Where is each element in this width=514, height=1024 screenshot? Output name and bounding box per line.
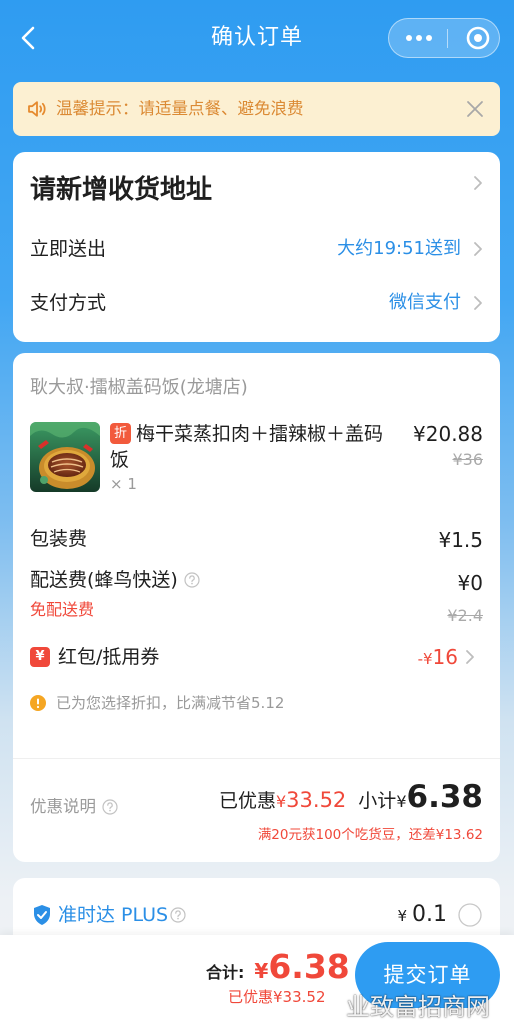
delivery-time-value: 大约19:51送到	[337, 238, 461, 259]
ontime-price-value: 0.1	[412, 902, 447, 927]
subtotal-currency: ¥	[396, 792, 407, 811]
close-icon	[467, 101, 483, 117]
ontime-label: 准时达 PLUS	[58, 904, 169, 926]
chevron-right-icon	[474, 296, 482, 310]
checkout-bar: 合计: ¥ 6.38 已优惠¥33.52 提交订单	[0, 935, 514, 1024]
question-circle-icon[interactable]	[102, 799, 118, 815]
payment-method-label: 支付方式	[30, 292, 107, 314]
payment-method-value: 微信支付	[389, 292, 461, 313]
coupon-row[interactable]: ¥ 红包/抵用券 -¥ 16	[13, 637, 500, 677]
saved-currency: ¥	[275, 792, 287, 811]
food-image	[30, 422, 100, 492]
ontime-price: ¥ 0.1	[397, 899, 447, 932]
notice-close-button[interactable]	[465, 99, 485, 119]
subtotal-label: 小计	[358, 790, 397, 812]
notice-bar: 温馨提示：请适量点餐、避免浪费	[13, 82, 500, 136]
exit-miniapp-button[interactable]	[448, 19, 500, 57]
discount-badge: 折	[110, 423, 131, 444]
coupon-icon: ¥	[30, 647, 50, 667]
shop-name[interactable]: 耿大叔·擂椒盖码饭(龙塘店)	[30, 375, 248, 401]
coupon-value-amount: 16	[432, 645, 458, 669]
more-button[interactable]	[389, 19, 447, 57]
total-value: 6.38	[268, 947, 350, 986]
delivery-time-row[interactable]: 立即送出 大约19:51送到	[13, 228, 500, 272]
discount-info-label[interactable]: 优惠说明	[30, 795, 96, 819]
delivery-fee-label: 配送费(蜂鸟快送)	[30, 569, 178, 591]
item-name-block: 折梅干菜蒸扣肉＋擂辣椒＋盖码饭	[110, 421, 393, 473]
item-price: ¥20.88	[413, 422, 483, 446]
summary-row: 已优惠 ¥ 33.52 小计 ¥ 6.38	[219, 777, 483, 822]
footer-saved-text: 已优惠¥33.52	[228, 988, 326, 1006]
chevron-right-icon	[466, 650, 474, 664]
free-delivery-tag: 免配送费	[30, 600, 95, 619]
info-circle-icon	[30, 695, 46, 711]
payment-method-row[interactable]: 支付方式 微信支付	[13, 282, 500, 326]
speaker-icon	[27, 100, 49, 118]
order-card: 耿大叔·擂椒盖码饭(龙塘店) 折梅干菜蒸扣肉＋擂辣椒＋盖码饭 × 1 ¥20.8…	[13, 353, 500, 862]
delivery-time-label: 立即送出	[30, 238, 107, 260]
coupon-label: 红包/抵用券	[58, 646, 160, 668]
divider	[13, 758, 500, 759]
chevron-right-icon	[474, 242, 482, 256]
total-currency: ¥	[254, 959, 269, 983]
packaging-fee-value: ¥1.5	[438, 528, 483, 552]
discount-tip: 已为您选择折扣，比满减节省5.12	[56, 694, 285, 712]
header: 确认订单	[0, 0, 514, 76]
delivery-fee-original: ¥2.4	[447, 606, 483, 625]
coupon-value-prefix: -¥	[417, 650, 433, 668]
coupon-value: -¥ 16	[418, 643, 458, 673]
add-address-row[interactable]: 请新增收货地址	[13, 152, 500, 222]
ontime-radio[interactable]	[458, 903, 482, 927]
subtotal-value: 6.38	[406, 779, 484, 815]
item-original-price: ¥36	[452, 450, 483, 469]
delivery-card: 请新增收货地址 立即送出 大约19:51送到 支付方式 微信支付	[13, 152, 500, 342]
add-address-label: 请新增收货地址	[30, 175, 213, 205]
more-dots-icon	[406, 35, 432, 41]
item-name: 梅干菜蒸扣肉＋擂辣椒＋盖码饭	[110, 423, 384, 471]
saved-value: 33.52	[286, 788, 347, 812]
notice-text: 温馨提示：请适量点餐、避免浪费	[56, 99, 304, 118]
packaging-fee-label: 包装费	[30, 528, 88, 550]
saved-label: 已优惠	[218, 790, 276, 812]
question-circle-icon[interactable]	[184, 572, 200, 588]
shield-check-icon	[34, 905, 50, 925]
capsule-menu	[388, 18, 500, 58]
target-circle-icon	[466, 26, 490, 50]
bonus-tip: 满20元获100个吃货豆，还差¥13.62	[257, 827, 483, 843]
item-quantity: × 1	[110, 475, 137, 493]
ontime-price-currency: ¥	[397, 907, 407, 925]
submit-order-button[interactable]: 提交订单	[355, 942, 500, 1008]
delivery-fee-value: ¥0	[457, 571, 483, 595]
question-circle-icon[interactable]	[170, 907, 186, 923]
chevron-right-icon	[474, 176, 482, 190]
